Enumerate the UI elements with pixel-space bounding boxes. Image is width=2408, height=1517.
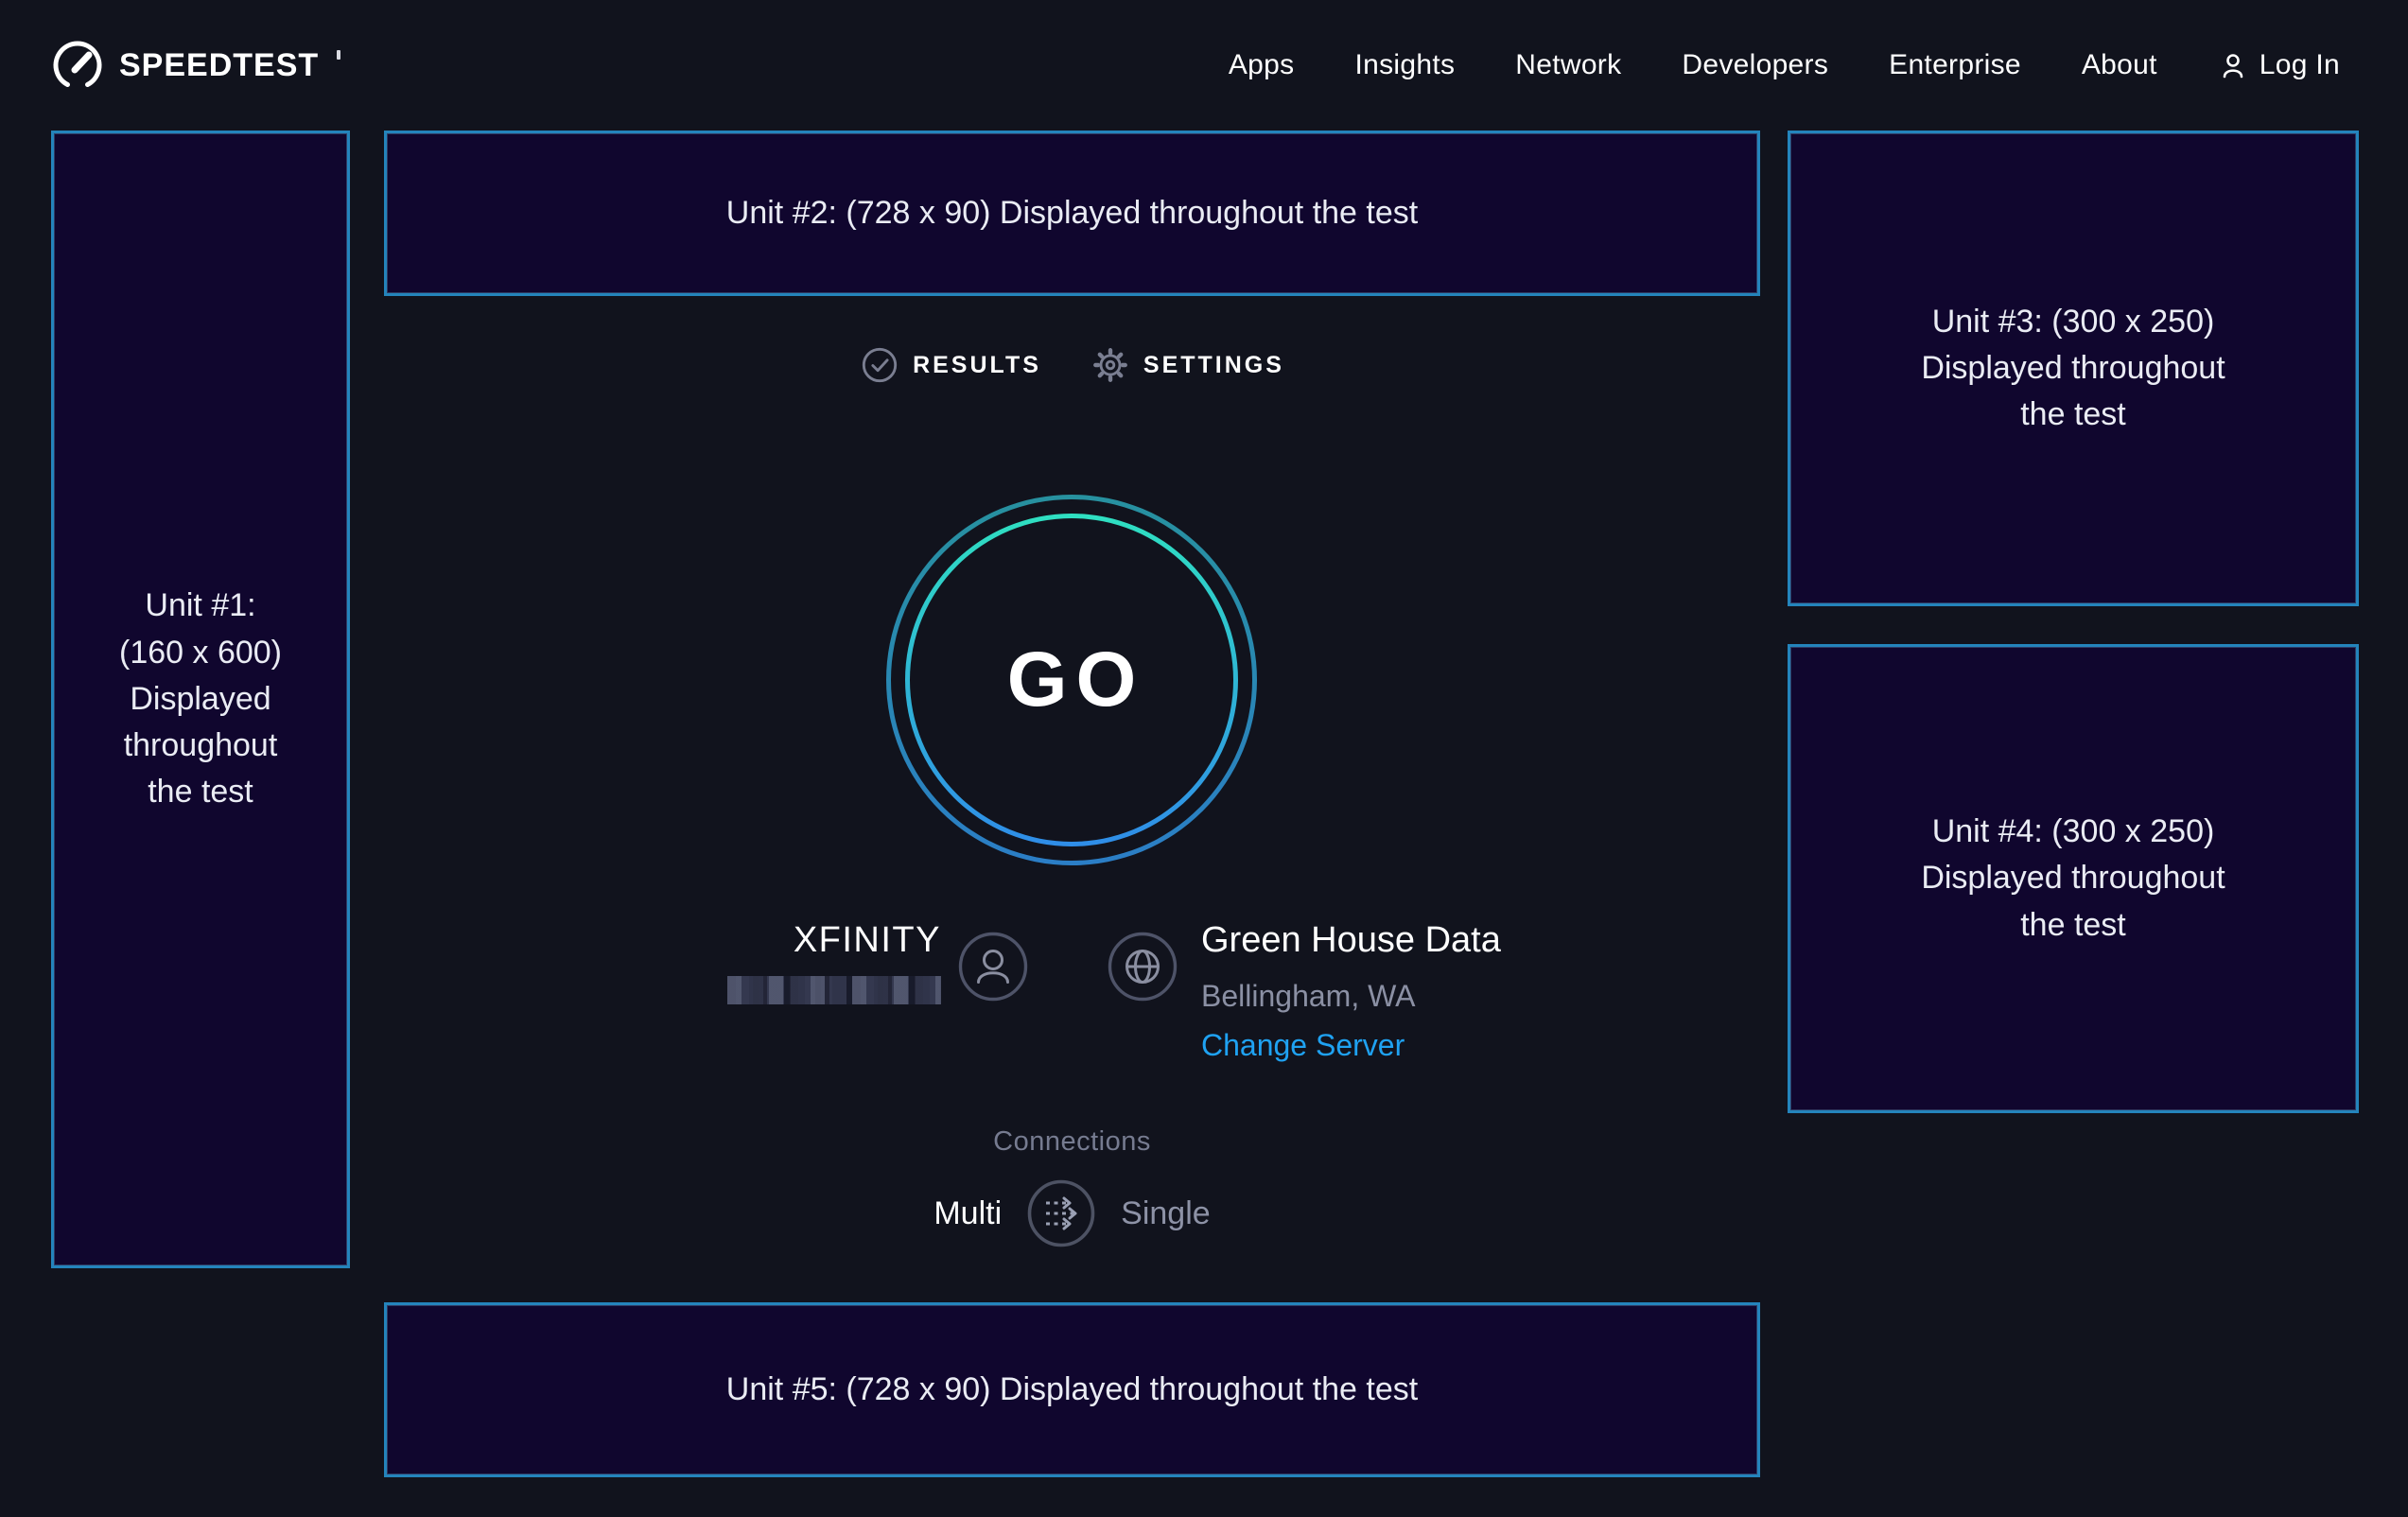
server-location: Bellingham, WA	[1201, 978, 1501, 1014]
change-server-link[interactable]: Change Server	[1201, 1027, 1405, 1063]
logo-text: SPEEDTEST	[119, 47, 319, 84]
login-button[interactable]: Log In	[2218, 49, 2340, 81]
nav-item-enterprise[interactable]: Enterprise	[1889, 49, 2021, 81]
go-button[interactable]: GO	[886, 495, 1257, 865]
speedtest-logo[interactable]: SPEEDTEST	[51, 39, 340, 92]
speedtest-gauge-icon	[51, 39, 104, 92]
tab-results-label: RESULTS	[913, 352, 1041, 379]
ad-unit-3[interactable]: Unit #3: (300 x 250) Displayed throughou…	[1788, 131, 2359, 606]
nav-item-developers[interactable]: Developers	[1682, 49, 1828, 81]
ad-unit-1-text: Unit #1: (160 x 600) Displayed throughou…	[115, 583, 286, 815]
gear-icon	[1091, 345, 1130, 385]
ad-unit-5-text: Unit #5: (728 x 90) Displayed throughout…	[726, 1367, 1418, 1413]
tab-settings-label: SETTINGS	[1143, 352, 1284, 379]
server-name: Green House Data	[1201, 919, 1501, 961]
check-circle-icon	[860, 345, 899, 385]
ad-unit-1[interactable]: Unit #1: (160 x 600) Displayed throughou…	[51, 131, 350, 1268]
server-info: Green House Data Bellingham, WA Change S…	[1201, 919, 1501, 1063]
tab-settings[interactable]: SETTINGS	[1091, 345, 1284, 385]
isp-name: XFINITY	[727, 919, 941, 961]
ad-unit-4[interactable]: Unit #4: (300 x 250) Displayed throughou…	[1788, 644, 2359, 1113]
ad-unit-4-text: Unit #4: (300 x 250) Displayed throughou…	[1908, 809, 2239, 949]
nav-item-apps[interactable]: Apps	[1229, 49, 1295, 81]
multi-connection-arrows-icon	[1026, 1178, 1096, 1248]
isp-info: XFINITY	[727, 919, 941, 1004]
nav-item-network[interactable]: Network	[1515, 49, 1621, 81]
ad-unit-2[interactable]: Unit #2: (728 x 90) Displayed throughout…	[384, 131, 1760, 296]
speedtest-page: SPEEDTEST Apps Insights Network Develope…	[0, 0, 2408, 1517]
trademark-mark	[337, 50, 340, 60]
nav-item-about[interactable]: About	[2082, 49, 2157, 81]
top-nav-bar: SPEEDTEST Apps Insights Network Develope…	[0, 0, 2408, 131]
tab-results[interactable]: RESULTS	[860, 345, 1041, 385]
view-tabs: RESULTS SETTINGS	[384, 340, 1760, 390]
connections-mode-multi[interactable]: Multi	[934, 1195, 1002, 1232]
isp-user-icon	[958, 932, 1028, 1002]
isp-ip-redacted	[727, 976, 941, 1004]
connections-toggle-button[interactable]	[1026, 1178, 1096, 1248]
ad-unit-2-text: Unit #2: (728 x 90) Displayed throughout…	[726, 190, 1418, 236]
ad-unit-3-text: Unit #3: (300 x 250) Displayed throughou…	[1908, 299, 2239, 439]
main-nav: Apps Insights Network Developers Enterpr…	[1229, 49, 2340, 81]
login-label: Log In	[2260, 49, 2340, 81]
connections-label: Connections	[384, 1126, 1760, 1158]
server-globe-icon	[1108, 932, 1178, 1002]
ad-unit-5[interactable]: Unit #5: (728 x 90) Displayed throughout…	[384, 1302, 1760, 1477]
user-icon	[2218, 50, 2248, 80]
connections-toggle-row: Multi Single	[384, 1177, 1760, 1249]
connections-mode-single[interactable]: Single	[1121, 1195, 1211, 1232]
nav-item-insights[interactable]: Insights	[1354, 49, 1455, 81]
go-button-label: GO	[886, 495, 1257, 865]
